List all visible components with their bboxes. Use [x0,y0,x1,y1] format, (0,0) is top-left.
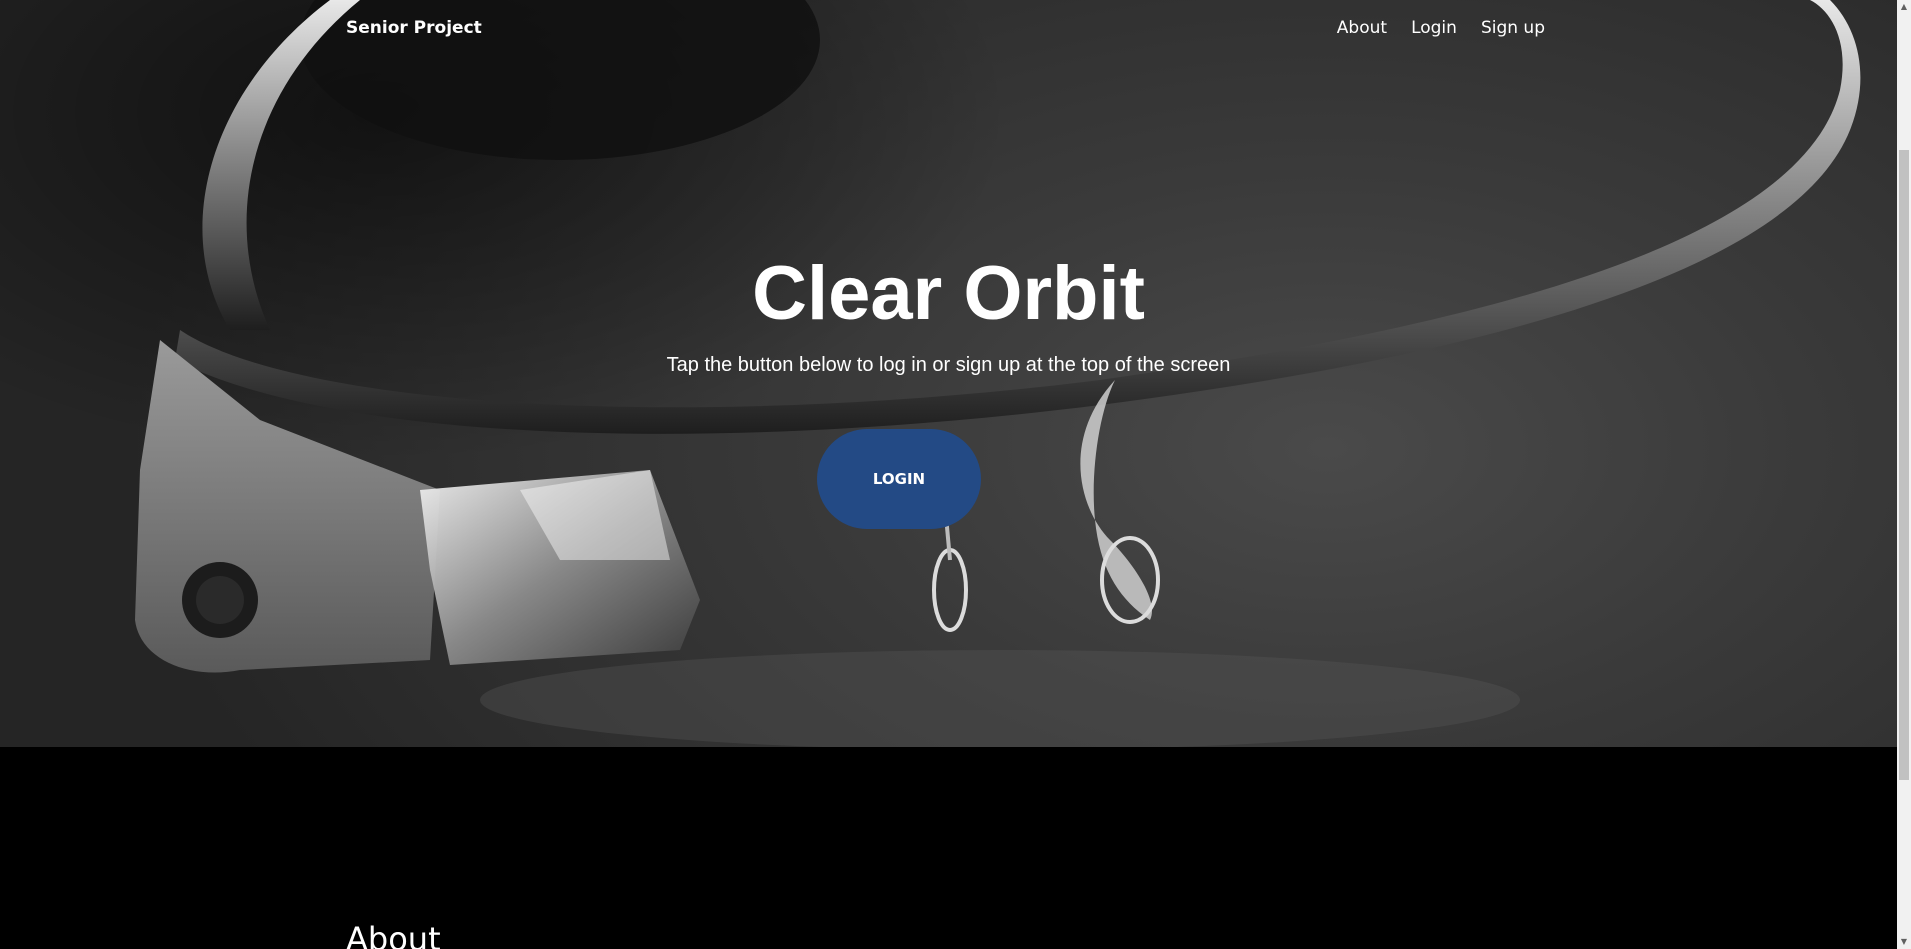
brand-link[interactable]: Senior Project [346,18,482,38]
about-heading: About [346,920,441,949]
nav-link-login[interactable]: Login [1411,18,1457,38]
nav-link-sign-up[interactable]: Sign up [1481,18,1545,38]
hero-content: Clear Orbit Tap the button below to log … [0,248,1897,378]
vertical-scrollbar[interactable]: ▲ ▼ [1897,0,1911,949]
scroll-down-arrow-icon[interactable]: ▼ [1897,935,1911,949]
nav-links: About Login Sign up [1337,18,1545,38]
hero-section: Senior Project About Login Sign up Clear… [0,0,1897,747]
hero-title: Clear Orbit [752,251,1145,336]
nav-link-about[interactable]: About [1337,18,1387,38]
about-section: About [0,747,1897,949]
navbar: Senior Project About Login Sign up [0,0,1897,60]
page: Senior Project About Login Sign up Clear… [0,0,1911,949]
hero-subtitle: Tap the button below to log in or sign u… [666,354,1231,376]
scroll-thumb[interactable] [1899,150,1909,780]
login-button[interactable]: LOGIN [817,429,981,529]
scroll-up-arrow-icon[interactable]: ▲ [1897,0,1911,14]
